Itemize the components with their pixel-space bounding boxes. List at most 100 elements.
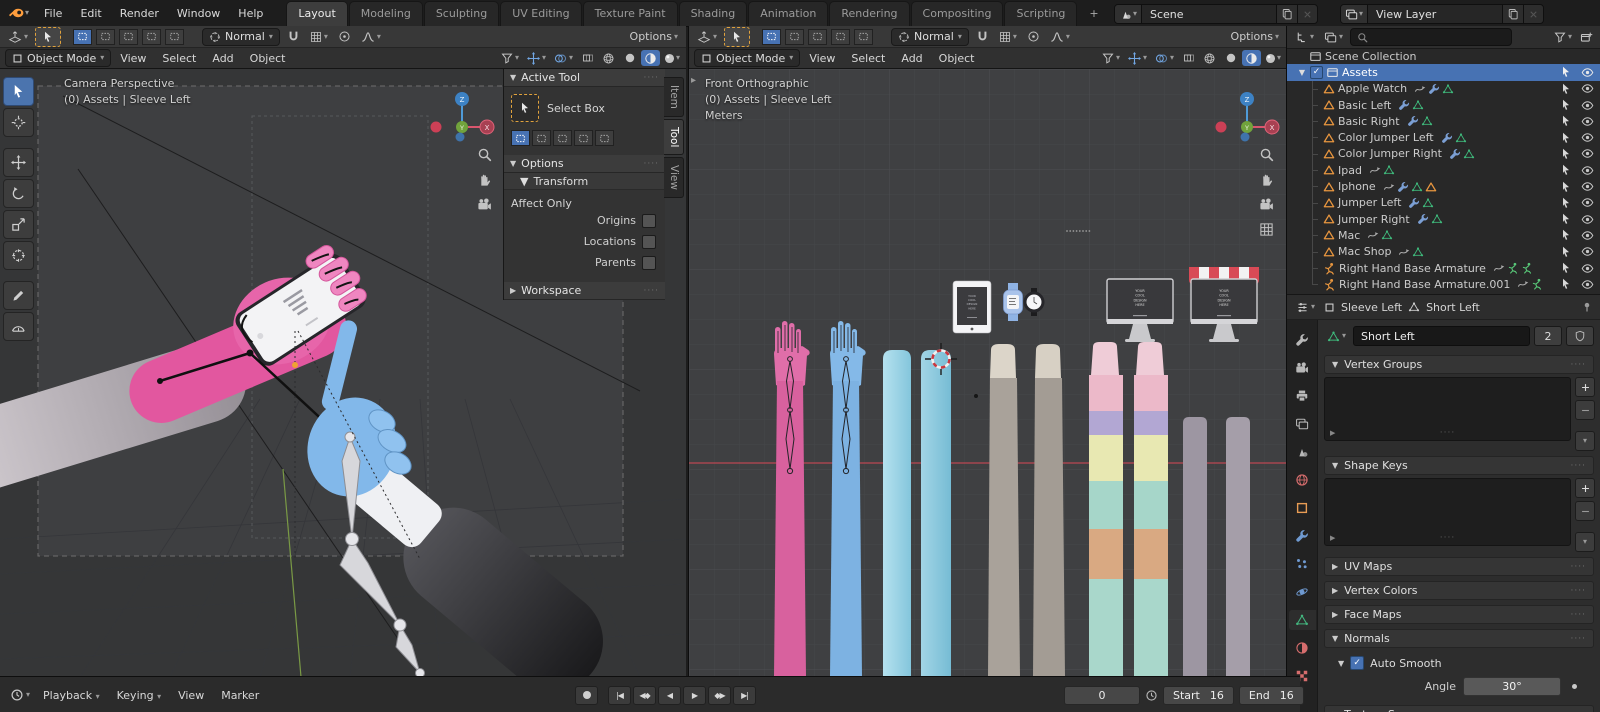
play-button[interactable]: ▶	[683, 685, 706, 705]
select-arrow-icon[interactable]	[1560, 181, 1572, 193]
outliner-row-apple-watch[interactable]: Apple Watch	[1287, 80, 1600, 98]
shading-material-button[interactable]	[1242, 50, 1261, 66]
outliner-filter-dropdown[interactable]: ▾	[1551, 29, 1575, 46]
shading-wireframe-button[interactable]	[599, 50, 618, 66]
section-normals[interactable]: ▼ Normals ····	[1324, 629, 1594, 648]
previous-keyframe-button[interactable]: ◀◆	[633, 685, 656, 705]
options-panel-header[interactable]: ▼ Options ····	[504, 155, 665, 173]
start-frame-field[interactable]: Start 16	[1163, 685, 1234, 705]
orthographic-grid-button[interactable]	[1259, 222, 1274, 237]
select-arrow-icon[interactable]	[1560, 148, 1572, 160]
viewport-menu-select[interactable]: Select	[844, 50, 892, 67]
select-mode-2-button[interactable]	[119, 28, 139, 45]
properties-tab-object-data[interactable]	[1288, 610, 1316, 630]
select-box-tool-icon[interactable]	[511, 94, 539, 122]
viewport-menu-select[interactable]: Select	[155, 50, 203, 67]
auto-smooth-checkbox[interactable]: ✓	[1350, 656, 1365, 670]
section-shape-keys[interactable]: ▼ Shape Keys ····	[1324, 456, 1594, 475]
assets-checkbox[interactable]: ✓	[1310, 65, 1323, 79]
viewport-camera[interactable]: ▾ Normal ▾ ▾ ▾ Options ▾ Object Mode ▾ View S…	[0, 26, 686, 677]
mesh-browse-button[interactable]: ▾	[1324, 328, 1349, 345]
auto-keying-button[interactable]	[575, 685, 598, 705]
outliner-row-mac-shop[interactable]: Mac Shop	[1287, 243, 1600, 261]
sidebar-open-arrow-icon[interactable]: ▸	[691, 75, 696, 86]
scene-new-button[interactable]	[1275, 5, 1297, 23]
current-frame-field[interactable]: 0	[1064, 685, 1140, 705]
menu-edit[interactable]: Edit	[71, 4, 110, 23]
workspace-tab-scripting[interactable]: Scripting	[1004, 1, 1078, 26]
shading-material-button[interactable]	[641, 50, 660, 66]
pan-button[interactable]	[477, 172, 492, 187]
properties-tab-object[interactable]	[1289, 498, 1316, 518]
select-mode-extend-button[interactable]	[532, 130, 551, 146]
view-layer-browse-button[interactable]: ▾	[1340, 5, 1368, 23]
options-dropdown[interactable]: Options ▾	[1228, 28, 1282, 45]
mode-dropdown[interactable]: Object Mode ▾	[5, 49, 112, 67]
select-mode-4-button[interactable]	[854, 28, 874, 45]
shape-keys-listbox[interactable]: ▶ ····	[1324, 478, 1571, 546]
timeline-menu-playback[interactable]: Playback ▾	[36, 687, 107, 704]
scene-browse-button[interactable]: ▾	[1114, 5, 1142, 23]
sidebar-tab-item[interactable]: Item	[664, 77, 684, 117]
workspace-tab-rendering[interactable]: Rendering	[829, 1, 910, 26]
select-mode-3-button[interactable]	[831, 28, 851, 45]
workspace-tab-texture-paint[interactable]: Texture Paint	[582, 1, 678, 26]
section-texture-space[interactable]: ▶Texture Space····	[1324, 705, 1594, 712]
select-arrow-icon[interactable]	[1560, 66, 1572, 78]
workspace-tab-animation[interactable]: Animation	[748, 1, 829, 26]
scale-tool-button[interactable]	[3, 210, 34, 239]
shape-keys-specials-button[interactable]: ▾	[1575, 532, 1595, 552]
workspace-tab-layout[interactable]: Layout	[286, 1, 348, 26]
xray-toggle-button[interactable]	[1179, 50, 1198, 66]
menu-file[interactable]: File	[35, 4, 71, 23]
axis-negx-ball[interactable]	[1215, 121, 1227, 133]
editor-type-button[interactable]: ▾	[1293, 299, 1318, 316]
outliner-row-right-hand-base-armature-001[interactable]: Right Hand Base Armature.001	[1287, 276, 1600, 292]
gizmos-dropdown[interactable]: ▾	[1125, 50, 1150, 67]
scene-unlink-button[interactable]	[1296, 5, 1317, 23]
section-vertex-colors[interactable]: ▶ Vertex Colors ····	[1324, 581, 1594, 600]
timeline-menu-marker[interactable]: Marker	[214, 687, 266, 704]
axis-negx-ball[interactable]	[430, 121, 442, 133]
viewport-menu-view[interactable]: View	[113, 50, 153, 67]
options-dropdown[interactable]: Options ▾	[627, 28, 681, 45]
jump-to-start-button[interactable]: |◀	[608, 685, 631, 705]
outliner-row-color-jumper-right[interactable]: Color Jumper Right	[1287, 145, 1600, 163]
outliner-row-color-jumper-left[interactable]: Color Jumper Left	[1287, 129, 1600, 147]
users-count-button[interactable]: 2	[1534, 326, 1562, 346]
view-layer-name-field[interactable]: View Layer	[1368, 8, 1502, 21]
snap-toggle-button[interactable]	[973, 28, 992, 45]
visibility-eye-icon[interactable]	[1581, 131, 1594, 144]
select-arrow-icon[interactable]	[1560, 115, 1572, 127]
menu-render[interactable]: Render	[111, 4, 168, 23]
move-tool-button[interactable]	[3, 148, 34, 177]
visibility-eye-icon[interactable]	[1581, 82, 1594, 95]
scene-name-field[interactable]: Scene	[1142, 8, 1276, 21]
proportional-edit-button[interactable]	[1024, 28, 1043, 45]
proportional-falloff-dropdown[interactable]: ▾	[1047, 28, 1073, 45]
properties-tab-material[interactable]	[1289, 638, 1316, 658]
select-arrow-icon[interactable]	[1560, 83, 1572, 95]
editor-type-button[interactable]: ▾	[5, 28, 31, 45]
outliner-row-mac[interactable]: Mac	[1287, 227, 1600, 244]
visibility-eye-icon[interactable]	[1581, 278, 1594, 291]
select-arrow-icon[interactable]	[1560, 278, 1572, 290]
select-mode-invert-button[interactable]	[574, 130, 593, 146]
locations-checkbox[interactable]	[642, 234, 656, 249]
camera-view-button[interactable]	[1259, 197, 1274, 212]
breadcrumb-data-label[interactable]: Short Left	[1426, 301, 1480, 314]
proportional-edit-button[interactable]	[335, 28, 354, 45]
new-collection-button[interactable]	[1577, 29, 1596, 46]
visibility-eye-icon[interactable]	[1581, 196, 1594, 209]
properties-tab-render[interactable]	[1289, 358, 1316, 378]
select-arrow-icon[interactable]	[1560, 132, 1572, 144]
annotate-tool-button[interactable]	[3, 281, 34, 310]
outliner-row-basic-right[interactable]: Basic Right	[1287, 113, 1600, 130]
display-mode-dropdown[interactable]: ▾	[1321, 29, 1346, 46]
active-tool-button[interactable]	[35, 26, 62, 47]
navigation-gizmo[interactable]: Z X Y	[1209, 87, 1281, 143]
transform-subpanel-header[interactable]: ▼ Transform	[504, 173, 665, 190]
viewport-menu-add[interactable]: Add	[205, 50, 240, 67]
snap-target-dropdown[interactable]: ▾	[996, 28, 1020, 45]
camera-viewport-canvas[interactable]: Camera Perspective (0) Assets | Sleeve L…	[0, 69, 686, 677]
